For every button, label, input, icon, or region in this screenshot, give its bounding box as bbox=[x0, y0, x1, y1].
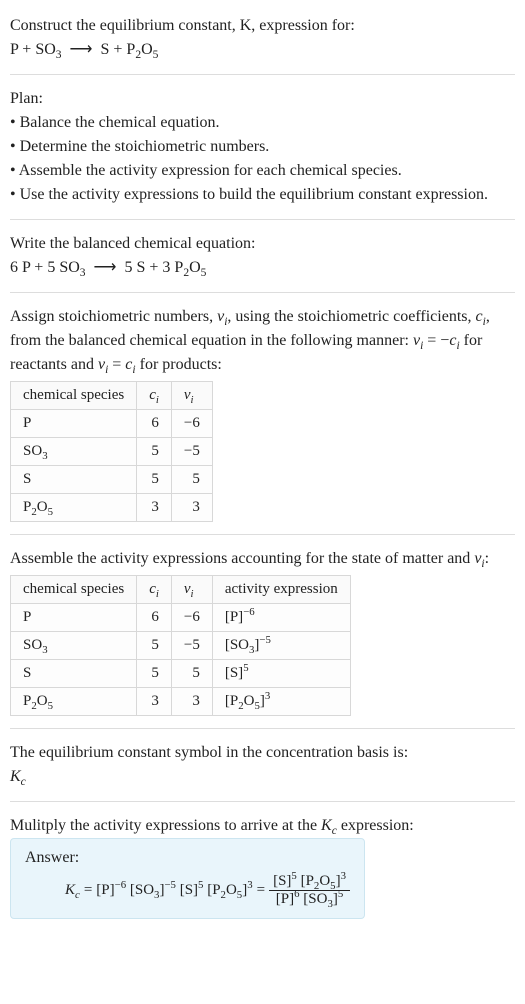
cell-activity: [SO3]−5 bbox=[212, 632, 350, 660]
cell-nu: −6 bbox=[171, 604, 212, 632]
cell-activity: [S]5 bbox=[212, 660, 350, 688]
divider bbox=[10, 801, 515, 802]
multiply-section: Mulitply the activity expressions to arr… bbox=[10, 808, 515, 925]
cell-nu: 5 bbox=[171, 660, 212, 688]
intro-lhs: P + SO3 bbox=[10, 41, 62, 58]
activity-section: Assemble the activity expressions accoun… bbox=[10, 541, 515, 722]
plan-section: Plan: • Balance the chemical equation. •… bbox=[10, 81, 515, 213]
divider bbox=[10, 219, 515, 220]
kc-symbol: Kc bbox=[65, 882, 80, 899]
table-header-row: chemical species ci νi bbox=[11, 382, 213, 410]
arrow-icon: ⟶ bbox=[66, 38, 97, 62]
divider bbox=[10, 74, 515, 75]
fraction: [S]5 [P2O5]3 [P]6 [SO3]5 bbox=[269, 873, 350, 908]
table-row: S 5 5 [S]5 bbox=[11, 660, 351, 688]
table-header-row: chemical species ci νi activity expressi… bbox=[11, 576, 351, 604]
balanced-heading: Write the balanced chemical equation: bbox=[10, 232, 515, 256]
stoich-text: Assign stoichiometric numbers, νi, using… bbox=[10, 305, 515, 377]
intro-section: Construct the equilibrium constant, K, e… bbox=[10, 8, 515, 68]
cell-c: 3 bbox=[137, 494, 172, 522]
plan-item: • Determine the stoichiometric numbers. bbox=[10, 135, 515, 159]
divider bbox=[10, 292, 515, 293]
cell-activity: [P]−6 bbox=[212, 604, 350, 632]
activity-text: Assemble the activity expressions accoun… bbox=[10, 547, 515, 571]
col-c: ci bbox=[137, 576, 172, 604]
table-row: P 6 −6 bbox=[11, 410, 213, 438]
col-activity: activity expression bbox=[212, 576, 350, 604]
cell-species: SO3 bbox=[11, 438, 137, 466]
plan-heading: Plan: bbox=[10, 87, 515, 111]
cell-c: 6 bbox=[137, 604, 172, 632]
intro-title-text: Construct the equilibrium constant, K, e… bbox=[10, 17, 355, 34]
product-terms: [P]−6 [SO3]−5 [S]5 [P2O5]3 bbox=[96, 882, 252, 899]
balanced-reaction: 6 P + 5 SO3 ⟶ 5 S + 3 P2O5 bbox=[10, 256, 515, 280]
plan-item: • Assemble the activity expression for e… bbox=[10, 159, 515, 183]
cell-nu: −6 bbox=[171, 410, 212, 438]
intro-title: Construct the equilibrium constant, K, e… bbox=[10, 14, 515, 38]
cell-c: 6 bbox=[137, 410, 172, 438]
basis-section: The equilibrium constant symbol in the c… bbox=[10, 735, 515, 795]
stoich-section: Assign stoichiometric numbers, νi, using… bbox=[10, 299, 515, 528]
cell-c: 5 bbox=[137, 466, 172, 494]
intro-rhs: S + P2O5 bbox=[100, 41, 158, 58]
cell-nu: −5 bbox=[171, 632, 212, 660]
cell-nu: −5 bbox=[171, 438, 212, 466]
balanced-rhs: 5 S + 3 P2O5 bbox=[124, 259, 206, 276]
intro-reaction: P + SO3 ⟶ S + P2O5 bbox=[10, 38, 515, 62]
cell-species: P bbox=[11, 410, 137, 438]
arrow-icon: ⟶ bbox=[90, 256, 121, 280]
table-row: P2O5 3 3 bbox=[11, 494, 213, 522]
cell-c: 5 bbox=[137, 632, 172, 660]
col-c: ci bbox=[137, 382, 172, 410]
divider bbox=[10, 728, 515, 729]
answer-expression: Kc = [P]−6 [SO3]−5 [S]5 [P2O5]3 = [S]5 [… bbox=[25, 873, 350, 908]
cell-species: P2O5 bbox=[11, 688, 137, 716]
plan-item: • Use the activity expressions to build … bbox=[10, 183, 515, 207]
cell-activity: [P2O5]3 bbox=[212, 688, 350, 716]
cell-nu: 5 bbox=[171, 466, 212, 494]
fraction-denominator: [P]6 [SO3]5 bbox=[269, 891, 350, 908]
table-row: P 6 −6 [P]−6 bbox=[11, 604, 351, 632]
equals: = bbox=[257, 882, 265, 899]
cell-c: 5 bbox=[137, 660, 172, 688]
cell-c: 5 bbox=[137, 438, 172, 466]
col-nu: νi bbox=[171, 382, 212, 410]
cell-species: P bbox=[11, 604, 137, 632]
table-row: SO3 5 −5 [SO3]−5 bbox=[11, 632, 351, 660]
col-species: chemical species bbox=[11, 576, 137, 604]
answer-label: Answer: bbox=[25, 849, 350, 867]
plan-item: • Balance the chemical equation. bbox=[10, 111, 515, 135]
table-row: P2O5 3 3 [P2O5]3 bbox=[11, 688, 351, 716]
table-row: S 5 5 bbox=[11, 466, 213, 494]
equals: = bbox=[84, 882, 92, 899]
cell-species: P2O5 bbox=[11, 494, 137, 522]
basis-symbol: Kc bbox=[10, 765, 515, 789]
answer-box: Answer: Kc = [P]−6 [SO3]−5 [S]5 [P2O5]3 … bbox=[10, 838, 365, 919]
col-species: chemical species bbox=[11, 382, 137, 410]
balanced-lhs: 6 P + 5 SO3 bbox=[10, 259, 86, 276]
cell-species: SO3 bbox=[11, 632, 137, 660]
basis-text: The equilibrium constant symbol in the c… bbox=[10, 741, 515, 765]
balanced-section: Write the balanced chemical equation: 6 … bbox=[10, 226, 515, 286]
table-row: SO3 5 −5 bbox=[11, 438, 213, 466]
cell-species: S bbox=[11, 660, 137, 688]
col-nu: νi bbox=[171, 576, 212, 604]
stoich-table: chemical species ci νi P 6 −6 SO3 5 −5 S… bbox=[10, 381, 213, 522]
cell-species: S bbox=[11, 466, 137, 494]
cell-nu: 3 bbox=[171, 494, 212, 522]
cell-nu: 3 bbox=[171, 688, 212, 716]
divider bbox=[10, 534, 515, 535]
activity-table: chemical species ci νi activity expressi… bbox=[10, 575, 351, 716]
cell-c: 3 bbox=[137, 688, 172, 716]
multiply-text: Mulitply the activity expressions to arr… bbox=[10, 814, 515, 838]
